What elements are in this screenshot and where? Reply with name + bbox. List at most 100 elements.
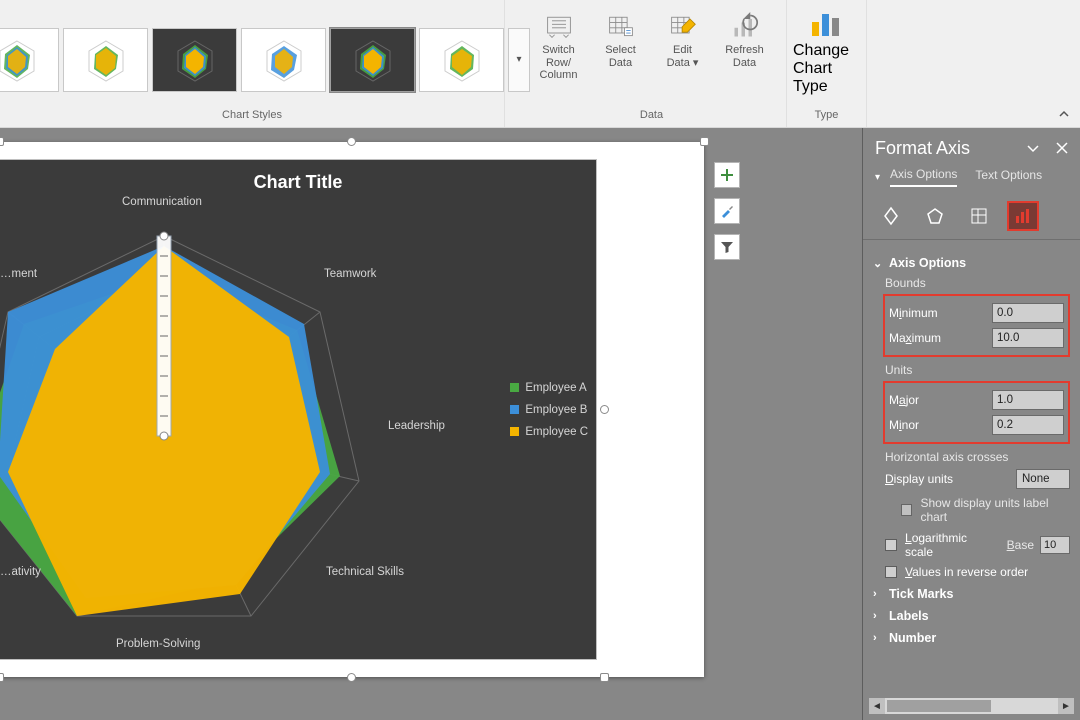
label-minimum: Minimum [889,306,938,320]
ribbon-group-label: Chart Styles [222,109,282,125]
bounds-group-highlighted: Minimum Maximum [883,294,1070,357]
label-base: Base [1007,538,1034,552]
ribbon-group-label: Data [640,109,663,125]
refresh-icon [730,12,760,40]
pane-tab-row: ▾ Axis Options Text Options [863,167,1080,193]
resize-handle[interactable] [0,673,4,682]
legend-item: Employee A [510,382,588,394]
chart-styles-button[interactable] [714,198,740,224]
size-properties-icon[interactable] [963,201,995,231]
section-axis-options[interactable]: ⌄Axis Options [873,256,1070,270]
chart-elements-button[interactable] [714,162,740,188]
radar-thumb-icon [165,37,225,83]
label-display-units: Display units [885,472,953,486]
collapse-ribbon-button[interactable] [1054,106,1074,122]
pane-horizontal-scrollbar[interactable]: ◄ ► [869,698,1074,714]
ribbon-group-chart-styles: ▾ Chart Styles [0,0,505,127]
legend-swatch [510,427,519,436]
input-minor[interactable] [992,415,1064,435]
refresh-data-button[interactable]: Refresh Data [715,8,775,73]
chart-style-thumb-3[interactable] [152,28,237,92]
section-number[interactable]: ›Number [873,631,1070,645]
scroll-right-button[interactable]: ► [1058,698,1074,714]
pane-dropdown-button[interactable] [1026,142,1040,156]
chevron-up-icon [1058,108,1070,120]
resize-handle[interactable] [600,673,609,682]
chart-style-thumb-6[interactable] [419,28,504,92]
input-major[interactable] [992,390,1064,410]
radar-thumb-icon [0,37,47,83]
fill-line-icon[interactable] [875,201,907,231]
resize-handle[interactable] [347,673,356,682]
chart-style-thumb-4[interactable] [241,28,326,92]
label-maximum: Maximum [889,331,941,345]
ribbon-group-data: Switch Row/ Column Select Data Edit Data… [517,0,787,127]
display-units-dropdown[interactable]: None [1016,469,1070,489]
subheader-bounds: Bounds [885,276,1070,290]
label-hz-crosses: Horizontal axis crosses [885,450,1070,464]
pane-close-button[interactable] [1056,142,1068,156]
chart-style-thumb-2[interactable] [63,28,148,92]
radar-thumb-icon [343,37,403,83]
checkbox-log-scale[interactable] [885,539,897,551]
funnel-icon [720,240,734,254]
pane-header: Format Axis [863,128,1080,167]
chart-plot-area[interactable]: Chart Title [0,160,596,659]
chart-filters-button[interactable] [714,234,740,260]
radar-thumb-icon [76,37,136,83]
label-major: Major [889,393,919,407]
category-label: Teamwork [324,268,376,280]
chart-style-thumb-1[interactable] [0,28,59,92]
pane-tab-menu[interactable]: ▾ [875,172,880,183]
chart-callout-buttons [714,162,740,260]
switch-rows-icon [544,12,574,40]
edit-data-icon [668,12,698,40]
resize-handle[interactable] [347,137,356,146]
chevron-down-icon [1026,142,1040,156]
resize-handle[interactable] [0,137,4,146]
input-maximum[interactable] [992,328,1064,348]
change-chart-type-button[interactable]: Change Chart Type [793,4,860,109]
subheader-units: Units [885,363,1070,377]
tab-axis-options[interactable]: Axis Options [890,167,957,187]
radar-thumb-icon [432,37,492,83]
chart-container[interactable]: Chart Title [0,142,704,677]
ribbon: ▾ Chart Styles Switch Row/ Column Select… [0,0,1080,128]
ribbon-group-type: Change Chart Type Type [787,0,867,127]
pane-body: ⌄Axis Options Bounds Minimum Maximum Uni… [863,240,1080,659]
legend-item: Employee B [510,404,588,416]
checkbox-show-units-label[interactable] [901,504,912,516]
value-axis-selected[interactable] [157,232,171,440]
category-label: …ment [0,268,37,280]
select-data-button[interactable]: Select Data [591,8,651,73]
label-log-scale: Logarithmicscale [905,531,967,559]
category-label: Problem-Solving [116,638,200,650]
units-group-highlighted: Major Minor [883,381,1070,444]
legend-item: Employee C [510,426,588,438]
tab-text-options[interactable]: Text Options [975,168,1042,186]
pane-title: Format Axis [875,138,970,159]
section-labels[interactable]: ›Labels [873,609,1070,623]
scroll-left-button[interactable]: ◄ [869,698,885,714]
chart-style-thumb-5[interactable] [330,28,415,92]
effects-icon[interactable] [919,201,951,231]
resize-handle[interactable] [700,137,709,146]
input-log-base[interactable] [1040,536,1070,554]
section-tick-marks[interactable]: ›Tick Marks [873,587,1070,601]
radar-chart-svg [0,160,596,659]
resize-handle[interactable] [600,405,609,414]
scroll-track[interactable] [885,698,1058,714]
edit-data-button[interactable]: Edit Data ▾ [653,8,713,73]
label-minor: Minor [889,418,919,432]
ribbon-group-label: Type [815,109,839,125]
select-data-icon [606,12,636,40]
input-minimum[interactable] [992,303,1064,323]
chart-legend[interactable]: Employee A Employee B Employee C [510,382,588,438]
axis-options-icon[interactable] [1007,201,1039,231]
category-label: Communication [122,196,202,208]
radar-thumb-icon [254,37,314,83]
switch-row-column-button[interactable]: Switch Row/ Column [529,8,589,86]
scroll-thumb[interactable] [887,700,991,712]
checkbox-values-reverse[interactable] [885,566,897,578]
category-label: Leadership [388,420,445,432]
